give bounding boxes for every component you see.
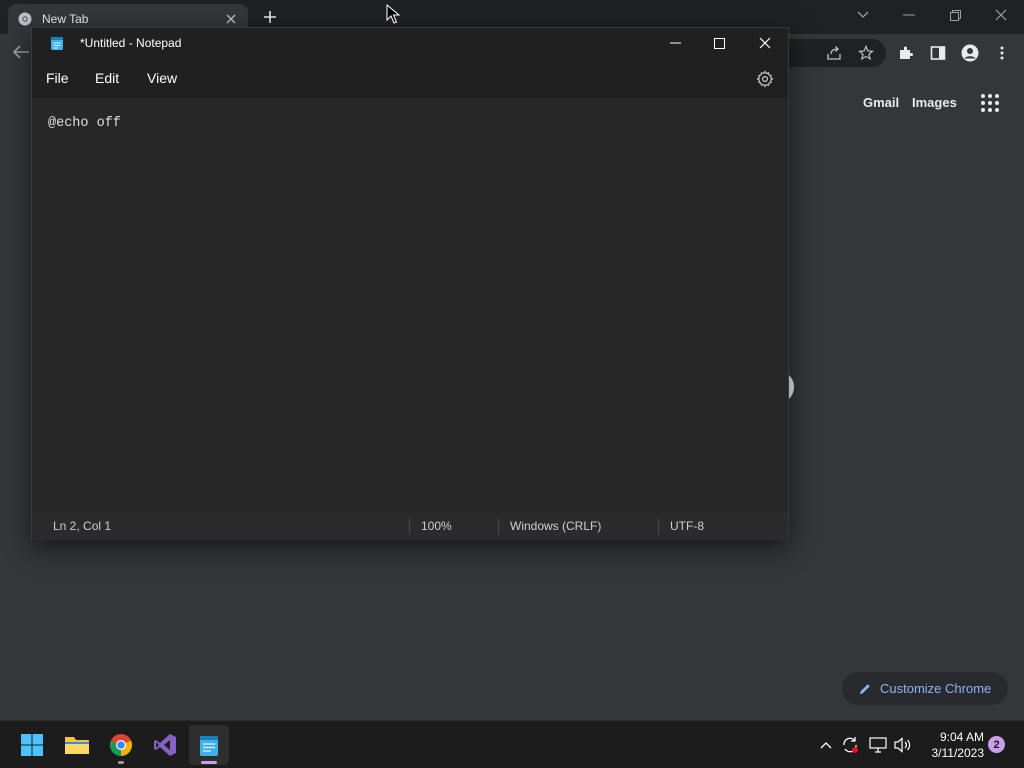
menu-view[interactable]: View xyxy=(147,70,177,86)
gmail-link[interactable]: Gmail xyxy=(863,95,899,110)
google-apps-icon[interactable] xyxy=(980,93,1000,113)
notepad-close-button[interactable] xyxy=(742,28,788,58)
zoom-level: 100% xyxy=(421,519,452,533)
network-icon[interactable] xyxy=(868,735,888,755)
taskbar: 9:04 AM 3/11/2023 2 xyxy=(0,720,1024,768)
notepad-menubar: File Edit View xyxy=(32,58,788,98)
chrome-restore-icon[interactable] xyxy=(932,0,978,30)
file-explorer-icon xyxy=(65,737,89,754)
notepad-statusbar: Ln 2, Col 1 100% Windows (CRLF) UTF-8 xyxy=(32,512,788,540)
start-button[interactable] xyxy=(12,725,52,765)
notepad-titlebar[interactable]: *Untitled - Notepad xyxy=(32,28,788,58)
volume-icon[interactable] xyxy=(892,735,912,755)
visual-studio-icon xyxy=(154,734,176,756)
bookmark-star-icon[interactable] xyxy=(856,43,876,63)
close-tab-icon[interactable] xyxy=(224,12,238,26)
customize-chrome-label: Customize Chrome xyxy=(880,681,992,696)
new-tab-button[interactable] xyxy=(260,8,280,26)
visual-studio-button[interactable] xyxy=(145,725,185,765)
side-panel-icon[interactable] xyxy=(928,43,948,63)
system-clock[interactable]: 9:04 AM 3/11/2023 xyxy=(918,729,985,761)
notepad-taskbar-button[interactable] xyxy=(189,725,229,765)
chrome-taskbar-button[interactable] xyxy=(101,725,141,765)
chrome-menu-icon[interactable] xyxy=(992,43,1012,63)
settings-gear-icon[interactable] xyxy=(756,70,774,88)
notepad-minimize-button[interactable] xyxy=(652,28,698,58)
clock-time: 9:04 AM xyxy=(939,730,984,744)
extensions-icon[interactable] xyxy=(896,43,916,63)
notepad-window: *Untitled - Notepad File Edit View @echo… xyxy=(31,27,789,540)
notepad-text-area[interactable]: @echo off xyxy=(32,98,788,512)
notepad-window-title: *Untitled - Notepad xyxy=(80,36,182,50)
chrome-close-icon[interactable] xyxy=(978,0,1024,30)
customize-chrome-button[interactable]: Customize Chrome xyxy=(842,672,1008,705)
chevron-up-icon[interactable] xyxy=(816,735,836,755)
profile-avatar-icon[interactable] xyxy=(960,43,980,63)
notepad-app-icon xyxy=(50,35,64,51)
notepad-icon xyxy=(200,736,218,756)
line-ending: Windows (CRLF) xyxy=(510,519,602,533)
notepad-content-line: @echo off xyxy=(48,116,121,131)
menu-file[interactable]: File xyxy=(46,70,69,86)
back-arrow-icon[interactable] xyxy=(12,44,32,62)
notification-badge[interactable]: 2 xyxy=(988,736,1005,753)
chrome-minimize-icon[interactable] xyxy=(886,0,932,30)
status-divider xyxy=(658,518,659,534)
chrome-icon xyxy=(109,734,132,757)
running-indicator xyxy=(118,761,124,764)
status-divider xyxy=(498,518,499,534)
encoding: UTF-8 xyxy=(670,519,704,533)
mouse-cursor-icon xyxy=(386,3,401,24)
status-divider xyxy=(409,518,410,534)
sync-icon[interactable] xyxy=(840,735,860,755)
tab-search-icon[interactable] xyxy=(840,0,886,30)
cursor-position: Ln 2, Col 1 xyxy=(53,519,112,533)
pencil-icon xyxy=(858,682,872,696)
chrome-tab-title: New Tab xyxy=(42,12,89,26)
images-link[interactable]: Images xyxy=(912,95,957,110)
active-indicator xyxy=(201,761,217,764)
start-icon xyxy=(21,734,43,756)
share-icon[interactable] xyxy=(824,43,844,63)
clock-date: 3/11/2023 xyxy=(931,746,985,760)
notepad-maximize-button[interactable] xyxy=(696,28,742,58)
menu-edit[interactable]: Edit xyxy=(95,70,119,86)
chrome-favicon-icon xyxy=(18,12,32,26)
file-explorer-button[interactable] xyxy=(57,725,97,765)
